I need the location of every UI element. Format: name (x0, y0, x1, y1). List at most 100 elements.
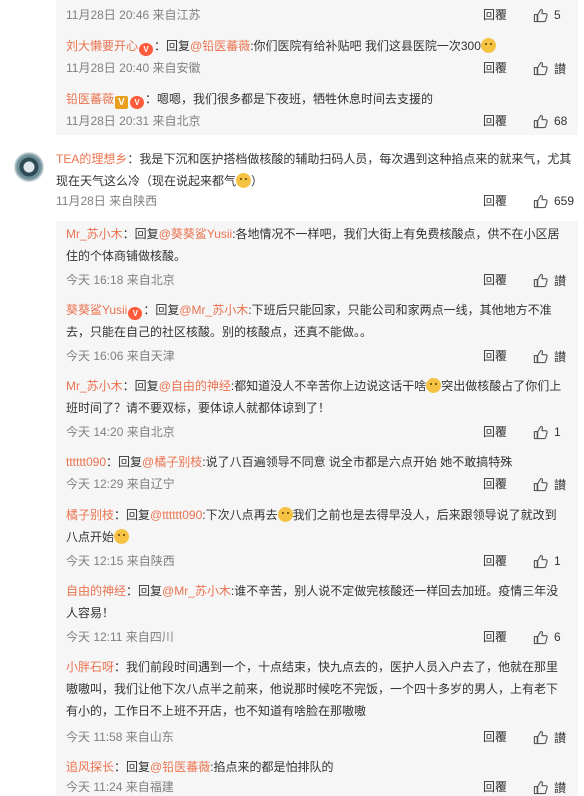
reply-text: Mr_苏小木：回复@葵葵鲨Yusii:各地情况不一样吧，我们大街上有免费核酸点，… (66, 227, 560, 263)
emoji-icon (426, 378, 442, 393)
comment-username[interactable]: TEA的理想乡 (56, 152, 127, 166)
like-count: 讃 (554, 730, 567, 745)
emoji-icon (114, 529, 130, 544)
reply-username[interactable]: 追风探长 (66, 760, 114, 774)
mention-link[interactable]: @Mr_苏小木 (179, 303, 248, 317)
reply-button[interactable]: 回覆 (483, 347, 507, 365)
reply-username[interactable]: Mr_苏小木 (66, 379, 123, 393)
like-count: 5 (554, 8, 561, 22)
reply-username[interactable]: 铅医蕃薇 (66, 92, 114, 106)
reply-button[interactable]: 回覆 (483, 6, 507, 24)
reply-actions: 回覆 讃 (483, 347, 568, 365)
reply-meta: 今天 11:58 来自山东 回覆 讃 (66, 728, 578, 746)
reply-body: ：嗯嗯，我们很多都是下夜班，牺牲休息时间去支援的 (145, 92, 434, 106)
like-button[interactable]: 讃 (533, 272, 568, 289)
thumbs-up-icon (533, 425, 548, 440)
comment-time: 11月28日 来自陕西 (56, 194, 158, 208)
reply-button[interactable]: 回覆 (483, 552, 507, 570)
comment-item: TEA的理想乡：我是下沉和医护搭档做核酸的辅助扫码人员，每次遇到这种掐点来的就来… (0, 140, 584, 220)
thumbs-up-icon (533, 730, 548, 745)
thumbs-up-icon (533, 273, 548, 288)
like-button[interactable]: 1 (533, 554, 568, 569)
like-button[interactable]: 5 (533, 8, 568, 23)
like-button[interactable]: 6 (533, 630, 568, 645)
reply-username[interactable]: 葵葵鲨Yusii (66, 303, 127, 317)
like-button[interactable]: 讃 (533, 779, 568, 796)
reply-text: tttttt090：回复@橘子别枝:说了八百遍领导不同意 说全市都是六点开始 她… (66, 455, 513, 469)
mention-link[interactable]: @橘子别枝 (142, 455, 202, 469)
reply-meta: 今天 12:11 来自四川 回覆 6 (66, 628, 578, 646)
reply-item: 橘子别枝：回复@tttttt090:下次八点再去 我们之前也是去得早没人，后来跟领… (66, 504, 578, 574)
emoji-icon (236, 173, 252, 188)
reply-text: 刘大懒要开心 V ：回复@铅医蕃薇:你们医院有给补贴吧 我们这县医院一次300 (66, 35, 578, 57)
reply-item: 葵葵鲨Yusii V ：回复@Mr_苏小木:下班后只能回家，只能公司和家两点一线，其… (66, 299, 578, 369)
reply-item: 追风探长：回复@铅医蕃薇:掐点来的都是怕排队的 今天 11:24 来自福建 回覆… (66, 756, 578, 796)
emoji-icon (277, 507, 293, 522)
reply-button[interactable]: 回覆 (483, 728, 507, 746)
reply-meta: 11月28日 20:31 来自北京 回覆 68 (66, 112, 578, 130)
reply-button[interactable]: 回覆 (483, 475, 507, 493)
reply-meta: 今天 12:29 来自辽宁 回覆 讃 (66, 475, 578, 493)
reply-actions: 回覆 讃 (483, 778, 568, 796)
reply-button[interactable]: 回覆 (483, 271, 507, 289)
reply-item: 自由的神经：回复@Mr_苏小木:谁不辛苦，别人说不定做完核酸还一样回去加班。疫情… (66, 580, 578, 650)
reply-actions: 回覆 1 (483, 423, 568, 441)
reply-button[interactable]: 回覆 (483, 778, 507, 796)
reply-body: ：我们前段时间遇到一个，十点结束，快九点去的，医护人员入户去了，他就在那里嗷嗷叫… (66, 660, 559, 718)
thumbs-up-icon (533, 194, 548, 209)
like-button[interactable]: 讃 (533, 60, 568, 77)
thumbs-up-icon (533, 8, 548, 23)
reply-text: Mr_苏小木：回复@自由的神经:都知道没人不辛苦你上边说这话干啥 突出做核酸占了你… (66, 378, 562, 415)
comment-text: TEA的理想乡：我是下沉和医护搭档做核酸的辅助扫码人员，每次遇到这种掐点来的就来… (56, 152, 572, 188)
nested-replies-block: Mr_苏小木：回复@葵葵鲨Yusii:各地情况不一样吧，我们大街上有免费核酸点，… (56, 221, 578, 796)
thumbs-up-icon (533, 61, 548, 76)
mention-link[interactable]: @Mr_苏小木 (162, 584, 231, 598)
mention-link[interactable]: @铅医蕃薇 (150, 760, 210, 774)
reply-body: :都知道没人不辛苦你上边说这话干啥 (230, 379, 427, 393)
like-button[interactable]: 68 (533, 114, 568, 129)
reply-meta: 今天 11:24 来自福建 回覆 讃 (66, 778, 578, 796)
reply-text: 小胖石呀：我们前段时间遇到一个，十点结束，快九点去的，医护人员入户去了，他就在那… (66, 656, 578, 722)
reply-username[interactable]: 橘子别枝 (66, 508, 114, 522)
reply-username[interactable]: 自由的神经 (66, 584, 126, 598)
reply-item: tttttt090：回复@橘子别枝:说了八百遍领导不同意 说全市都是六点开始 她… (66, 451, 578, 497)
reply-time: 今天 12:11 来自四川 (66, 630, 174, 644)
mention-link[interactable]: @铅医蕃薇 (190, 39, 250, 53)
reply-time: 11月28日 20:46 来自江苏 (66, 8, 201, 22)
reply-button[interactable]: 回覆 (483, 192, 507, 210)
reply-body: :你们医院有给补贴吧 我们这县医院一次300 (250, 39, 481, 53)
reply-button[interactable]: 回覆 (483, 628, 507, 646)
like-count: 讃 (554, 273, 567, 288)
reply-actions: 回覆 讃 (483, 475, 568, 493)
reply-time: 11月28日 20:40 来自安徽 (66, 61, 201, 75)
reply-username[interactable]: Mr_苏小木 (66, 227, 123, 241)
like-button[interactable]: 讃 (533, 348, 568, 365)
reply-button[interactable]: 回覆 (483, 423, 507, 441)
avatar[interactable] (14, 152, 44, 182)
reply-button[interactable]: 回覆 (483, 59, 507, 77)
reply-username[interactable]: 刘大懒要开心 (66, 39, 138, 53)
reply-time: 今天 11:58 来自山东 (66, 730, 174, 744)
like-button[interactable]: 1 (533, 425, 568, 440)
reply-time: 今天 12:15 来自陕西 (66, 554, 175, 568)
reply-actions: 回覆 讃 (483, 728, 568, 746)
like-button[interactable]: 讃 (533, 729, 568, 746)
mention-link[interactable]: @自由的神经 (159, 379, 231, 393)
reply-text: 自由的神经：回复@Mr_苏小木:谁不辛苦，别人说不定做完核酸还一样回去加班。疫情… (66, 584, 559, 620)
reply-item: 铅医蕃薇 V V ：嗯嗯，我们很多都是下夜班，牺牲休息时间去支援的 11月28日 20… (66, 88, 578, 134)
reply-actions: 回覆 讃 (483, 271, 568, 289)
emoji-icon (480, 38, 496, 53)
reply-actions: 回覆 68 (483, 112, 568, 130)
reply-button[interactable]: 回覆 (483, 112, 507, 130)
reply-meta: 11月28日 20:40 来自安徽 回覆 讃 (66, 59, 578, 77)
reply-body: :下次八点再去 (202, 508, 278, 522)
reply-username[interactable]: tttttt090 (66, 455, 106, 469)
mention-link[interactable]: @葵葵鲨Yusii (159, 227, 233, 241)
reply-actions: 回覆 讃 (483, 59, 568, 77)
reply-text: 橘子别枝：回复@tttttt090:下次八点再去 我们之前也是去得早没人，后来跟领… (66, 507, 557, 544)
mention-link[interactable]: @tttttt090 (150, 508, 202, 522)
thumbs-up-icon (533, 349, 548, 364)
like-button[interactable]: 讃 (533, 476, 568, 493)
like-button[interactable]: 659 (533, 194, 574, 209)
reply-username[interactable]: 小胖石呀 (66, 660, 114, 674)
